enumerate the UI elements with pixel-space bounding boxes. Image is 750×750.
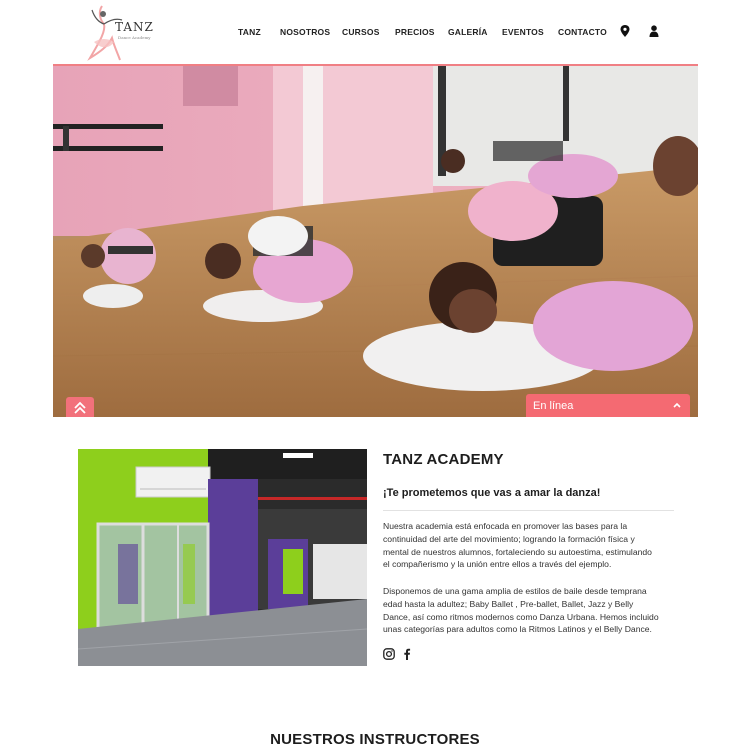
nav-item-precios[interactable]: PRECIOS <box>395 27 435 37</box>
facebook-icon[interactable] <box>401 648 413 660</box>
scroll-to-top-button[interactable] <box>66 397 94 417</box>
about-p1-line: Nuestra academia está enfocada en promov… <box>383 521 628 531</box>
nav-item-cursos[interactable]: CURSOS <box>342 27 380 37</box>
dance-studio-interior-photo <box>78 449 367 666</box>
about-title: TANZ ACADEMY <box>383 451 504 468</box>
chevron-up-icon <box>673 402 681 408</box>
about-p2-line: edad hasta la adultez; Baby Ballet , Pre… <box>383 598 634 609</box>
about-tagline: ¡Te prometemos que vas a amar la danza! <box>383 487 601 499</box>
about-p2-line: Disponemos de una gama amplia de estilos… <box>383 586 647 596</box>
hero-image <box>53 64 698 417</box>
about-p1-line: el compañerismo y la unión entre ellos a… <box>383 559 612 570</box>
about-p2-line: unas categorías para adultos como la Rit… <box>383 624 652 635</box>
about-divider <box>383 510 674 511</box>
instructors-section-title: NUESTROS INSTRUCTORES <box>270 731 480 748</box>
double-chevron-up-icon <box>74 401 86 414</box>
studio-photo <box>78 449 367 666</box>
nav-item-galeria[interactable]: GALERÍA <box>448 27 488 37</box>
about-p1-line: mental de nuestros alumnos, fortaleciend… <box>383 546 652 557</box>
user-icon[interactable] <box>649 25 659 37</box>
about-paragraph-1: Nuestra academia está enfocada en promov… <box>383 520 679 571</box>
chat-status-label: En línea <box>533 400 574 412</box>
ballet-class-photo <box>53 66 698 417</box>
about-p2-line: Dance, así como ritmos modernos como Dan… <box>383 611 659 622</box>
tanz-logo[interactable]: TANZ Dance Academy <box>84 2 158 62</box>
online-chat-bar[interactable]: En línea <box>526 394 690 417</box>
location-pin-icon[interactable] <box>620 25 630 37</box>
about-p1-line: continuidad del arte del movimiento; log… <box>383 533 635 544</box>
nav-item-eventos[interactable]: EVENTOS <box>502 27 544 37</box>
nav-item-tanz[interactable]: TANZ <box>238 27 261 37</box>
about-paragraph-2: Disponemos de una gama amplia de estilos… <box>383 585 679 636</box>
nav-item-nosotros[interactable]: NOSOTROS <box>280 27 330 37</box>
site-header: TANZ Dance Academy TANZ NOSOTROS CURSOS … <box>0 0 750 64</box>
instagram-icon[interactable] <box>383 648 395 660</box>
nav-item-contacto[interactable]: CONTACTO <box>558 27 607 37</box>
logo-subtitle: Dance Academy <box>118 35 151 40</box>
logo-text: TANZ <box>115 20 154 34</box>
